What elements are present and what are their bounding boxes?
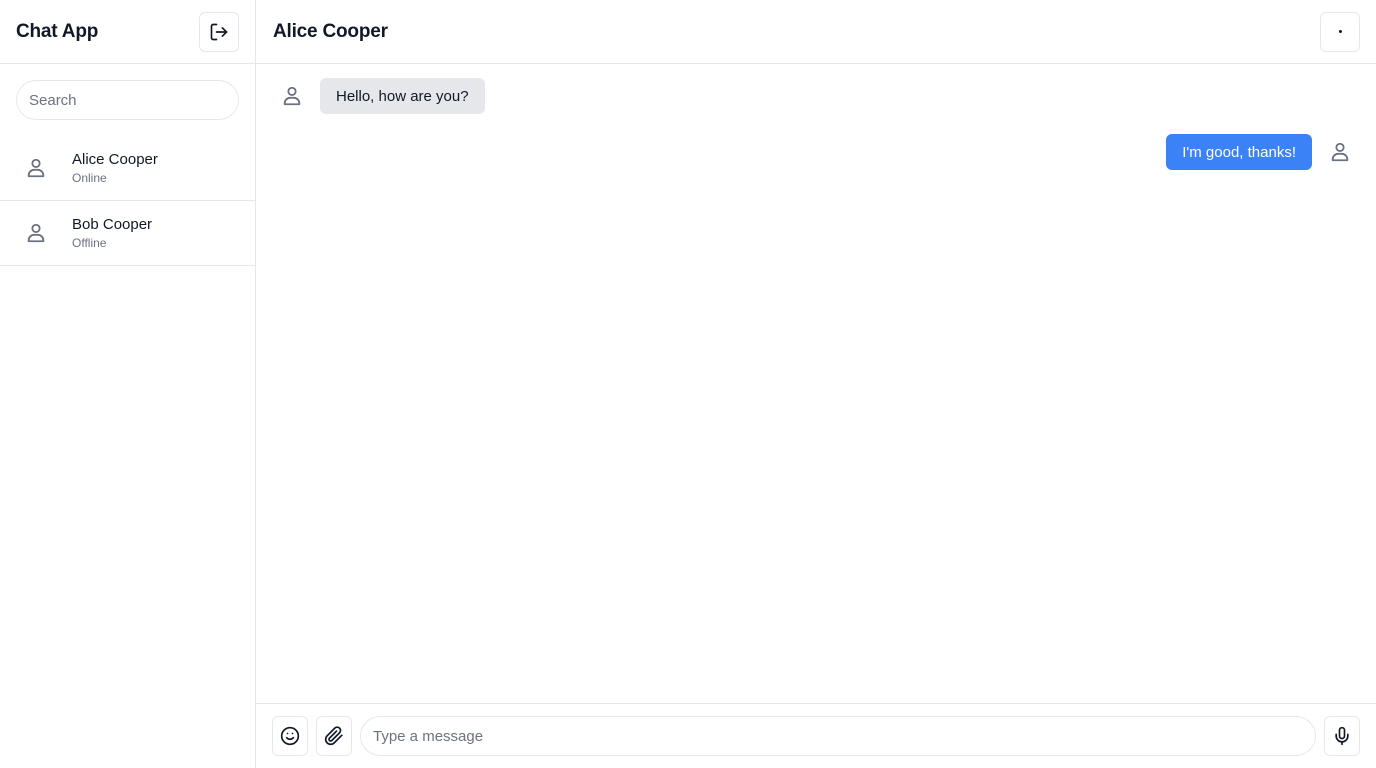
contact-name: Bob Cooper xyxy=(72,215,153,233)
message-bubble: Hello, how are you? xyxy=(320,78,485,114)
search-container xyxy=(0,64,255,136)
message-incoming: Hello, how are you? xyxy=(280,78,1352,114)
message-bubble: I'm good, thanks! xyxy=(1166,134,1312,170)
user-icon xyxy=(280,84,304,108)
message-list: Hello, how are you? I'm good, thanks! xyxy=(256,64,1376,703)
contact-name: Alice Cooper xyxy=(72,150,158,168)
contact-info: Bob Cooper Offline xyxy=(72,216,152,251)
dot-icon xyxy=(1338,30,1342,33)
message-input[interactable] xyxy=(360,716,1316,756)
contact-status: Offline xyxy=(72,235,107,250)
contact-info: Alice Cooper Online xyxy=(72,151,158,186)
user-icon xyxy=(24,221,48,245)
search-input[interactable] xyxy=(16,80,239,120)
chat-panel: Alice Cooper Hello, how are you? I'm goo… xyxy=(256,0,1376,768)
contact-list: Alice Cooper Online Bob Cooper Offline xyxy=(0,151,255,266)
chat-title: Alice Cooper xyxy=(273,20,388,42)
paperclip-icon xyxy=(324,726,344,746)
message-outgoing: I'm good, thanks! xyxy=(280,134,1352,170)
contact-item-alice-cooper[interactable]: Alice Cooper Online xyxy=(0,136,255,201)
sidebar: Chat App Search Alice Cooper Online Bob … xyxy=(0,0,256,768)
smile-icon xyxy=(280,726,300,746)
chat-header: Alice Cooper xyxy=(256,0,1376,64)
sidebar-header: Chat App xyxy=(0,0,255,64)
user-icon xyxy=(24,156,48,180)
contact-item-bob-cooper[interactable]: Bob Cooper Offline xyxy=(0,201,255,266)
logout-button[interactable] xyxy=(199,11,239,52)
user-icon xyxy=(1328,140,1352,164)
app-title: Chat App xyxy=(16,20,99,42)
logout-icon xyxy=(209,22,229,42)
message-composer xyxy=(256,703,1376,768)
chat-menu-button[interactable] xyxy=(1320,11,1360,52)
chat-app: Chat App Search Alice Cooper Online Bob … xyxy=(0,0,1376,768)
contact-status: Online xyxy=(72,170,107,185)
emoji-button[interactable] xyxy=(272,716,308,756)
attach-button[interactable] xyxy=(316,716,352,756)
voice-button[interactable] xyxy=(1324,716,1360,756)
microphone-icon xyxy=(1332,726,1352,746)
